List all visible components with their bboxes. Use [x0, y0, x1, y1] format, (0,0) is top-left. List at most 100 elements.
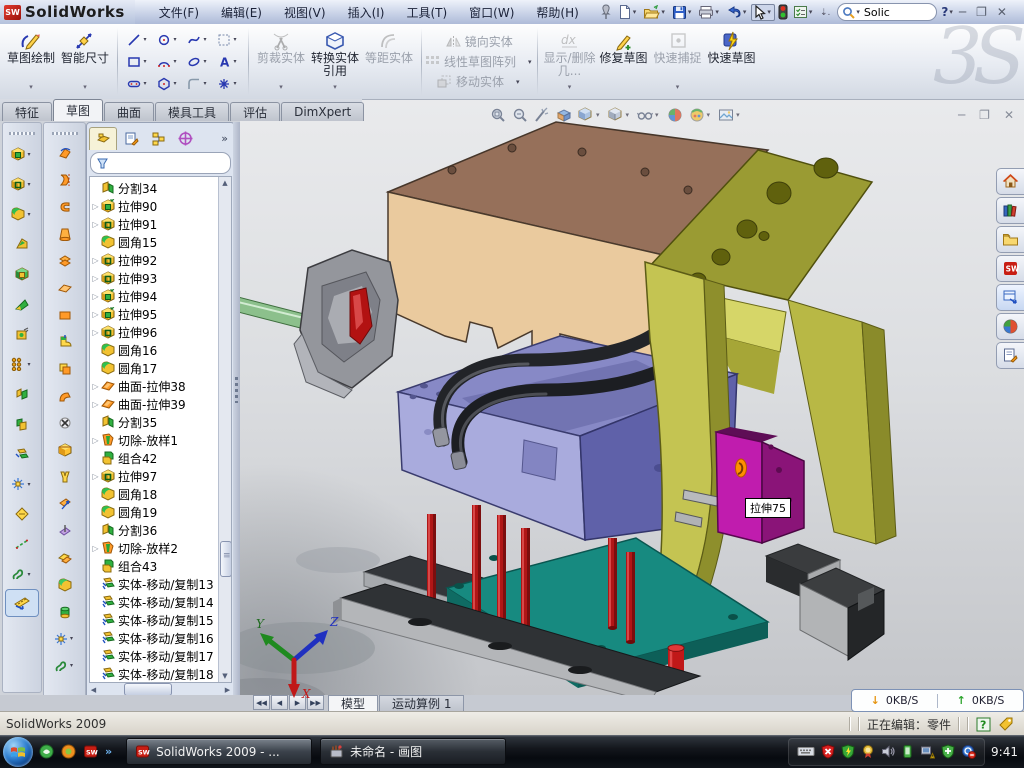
network-speed-widget[interactable]: ↓0KB/S ↑0KB/S	[851, 689, 1024, 712]
features-toolbar-icon-11[interactable]: ▾	[3, 469, 41, 499]
sw-content-tab[interactable]: SW	[996, 255, 1024, 282]
quick-launch-qsw[interactable]: SW	[83, 744, 98, 759]
tree-item[interactable]: ▷拉伸91	[90, 215, 219, 233]
start-button[interactable]	[3, 737, 33, 767]
tray-shieldP-icon[interactable]	[941, 744, 955, 759]
doc-close-button[interactable]: ✕	[1004, 108, 1014, 122]
tree-item[interactable]: 组合42	[90, 449, 219, 467]
menu-item-5[interactable]: 窗口(W)	[459, 1, 524, 24]
trim-entities-button[interactable]: 剪裁实体▾	[254, 27, 308, 96]
surfaces-toolbar-icon-10[interactable]	[44, 409, 85, 436]
taskbar-clock[interactable]: 9:41	[991, 745, 1018, 759]
tree-item[interactable]: ▷拉伸90	[90, 197, 219, 215]
tree-item[interactable]: 实体-移动/复制18	[90, 665, 219, 683]
zoomarea-view-icon[interactable]	[512, 107, 528, 123]
menu-item-3[interactable]: 插入(I)	[338, 1, 395, 24]
appearances-tab[interactable]	[996, 313, 1024, 340]
quick-launch-overflow[interactable]: »	[105, 745, 112, 758]
doc-minimize-button[interactable]: ─	[958, 108, 965, 122]
tray-phone-icon[interactable]	[901, 744, 914, 759]
surfaces-toolbar-icon-2[interactable]	[44, 193, 85, 220]
fillet2-sketch-tool[interactable]: ▾	[183, 77, 213, 91]
view-palette-tab[interactable]	[996, 284, 1024, 311]
features-toolbar-icon-7[interactable]: ▾	[3, 349, 41, 379]
ball2-view-icon[interactable]: ▾	[689, 107, 713, 123]
offset-entities-button[interactable]: 等距实体	[362, 27, 416, 96]
tree-item[interactable]: 实体-移动/复制13	[90, 575, 219, 593]
tab-模具工具[interactable]: 模具工具	[155, 102, 229, 121]
tree-filter[interactable]	[90, 152, 231, 174]
tree-item[interactable]: 圆角19	[90, 503, 219, 521]
sketch-button[interactable]: 草图绘制▾	[4, 27, 58, 96]
tree-item[interactable]: ▷拉伸92	[90, 251, 219, 269]
linear-sketch-pattern-button[interactable]: 线性草图阵列▾	[425, 53, 534, 70]
tab-评估[interactable]: 评估	[230, 102, 280, 121]
line-sketch-tool[interactable]: ▾	[123, 33, 153, 47]
zoomfit-view-icon[interactable]	[490, 107, 506, 123]
tree-item[interactable]: 分割35	[90, 413, 219, 431]
features-toolbar-icon-5[interactable]	[3, 289, 41, 319]
point-sketch-tool[interactable]: ▾	[213, 77, 243, 91]
circle-sketch-tool[interactable]: ▾	[153, 33, 183, 47]
textA-sketch-tool[interactable]: A▾	[213, 55, 243, 69]
scroll-up-icon[interactable]: ▲	[219, 177, 231, 189]
glasses-view-icon[interactable]: ▾	[637, 107, 661, 123]
quick-snaps-button[interactable]: 快速捕捉▾	[651, 27, 705, 96]
tree-item[interactable]: 实体-移动/复制16	[90, 629, 219, 647]
surfaces-toolbar-icon-6[interactable]	[44, 301, 85, 328]
scroll-left-icon[interactable]: ◀	[87, 686, 100, 694]
slot-sketch-tool[interactable]: ▾	[123, 77, 153, 91]
surfaces-toolbar-icon-11[interactable]	[44, 436, 85, 463]
features-toolbar-icon-2[interactable]: ▾	[3, 199, 41, 229]
section-view-icon[interactable]	[556, 107, 572, 123]
features-toolbar-icon-12[interactable]	[3, 499, 41, 529]
tree-item[interactable]: ▷拉伸93	[90, 269, 219, 287]
repair-sketch-button[interactable]: 修复草图	[597, 27, 651, 96]
tree-item[interactable]: ▷曲面-拉伸38	[90, 377, 219, 395]
menu-item-1[interactable]: 编辑(E)	[211, 1, 272, 24]
tab-草图[interactable]: 草图	[53, 99, 103, 121]
tree-item[interactable]: ▷拉伸95	[90, 305, 219, 323]
tray-vol-icon[interactable]	[881, 745, 895, 758]
quick-launch-qorange[interactable]	[61, 744, 76, 759]
configurationmanager-tab[interactable]	[145, 127, 171, 149]
traffic-icon[interactable]	[776, 3, 790, 21]
scrollbar-thumb[interactable]	[220, 541, 232, 577]
convert-entities-button[interactable]: 转换实体引用▾	[308, 27, 362, 96]
propertymanager-tab[interactable]	[118, 127, 144, 149]
doc-restore-button[interactable]: ❐	[979, 108, 990, 122]
tray-syncB-icon[interactable]	[961, 744, 976, 759]
tree-item[interactable]: 圆角16	[90, 341, 219, 359]
tree-vertical-scrollbar[interactable]: ▲ ▼	[218, 177, 231, 682]
ball-view-icon[interactable]	[667, 107, 683, 123]
tab-DimXpert[interactable]: DimXpert	[281, 102, 364, 121]
surfaces-toolbar-icon-13[interactable]	[44, 490, 85, 517]
newdoc-icon[interactable]: ▾	[616, 3, 641, 21]
panel-flyout-button[interactable]: »	[221, 132, 232, 145]
menu-item-2[interactable]: 视图(V)	[274, 1, 336, 24]
features-toolbar-icon-1[interactable]: ▾	[3, 169, 41, 199]
tree-item[interactable]: ▷切除-放样2	[90, 539, 219, 557]
surfaces-toolbar-icon-3[interactable]	[44, 220, 85, 247]
tray-shieldZ-icon[interactable]	[841, 744, 855, 759]
surfaces-toolbar-icon-8[interactable]	[44, 355, 85, 382]
features-toolbar-icon-14[interactable]: ▾	[3, 559, 41, 589]
tab-曲面[interactable]: 曲面	[104, 102, 154, 121]
file-explorer-tab[interactable]	[996, 226, 1024, 253]
panel-splitter[interactable]	[233, 122, 240, 695]
surfaces-toolbar-icon-18[interactable]: ▾	[44, 625, 85, 652]
tag-icon[interactable]	[998, 716, 1014, 732]
surfaces-toolbar-icon-12[interactable]	[44, 463, 85, 490]
scroll-down-icon[interactable]: ▼	[219, 670, 231, 682]
features-toolbar-icon-4[interactable]	[3, 259, 41, 289]
features-toolbar-icon-0[interactable]: ▾	[3, 139, 41, 169]
surfaces-toolbar-icon-16[interactable]	[44, 571, 85, 598]
polygon-sketch-tool[interactable]: ▾	[153, 77, 183, 91]
mirror-entities-button[interactable]: 镜向实体	[446, 33, 513, 50]
pin-icon[interactable]	[597, 3, 615, 21]
smart-dimension-button[interactable]: 智能尺寸▾	[58, 27, 112, 96]
tab-特征[interactable]: 特征	[2, 102, 52, 121]
surfaces-toolbar-icon-0[interactable]	[44, 139, 85, 166]
print-icon[interactable]: ▾	[696, 4, 723, 20]
menu-item-0[interactable]: 文件(F)	[149, 1, 209, 24]
